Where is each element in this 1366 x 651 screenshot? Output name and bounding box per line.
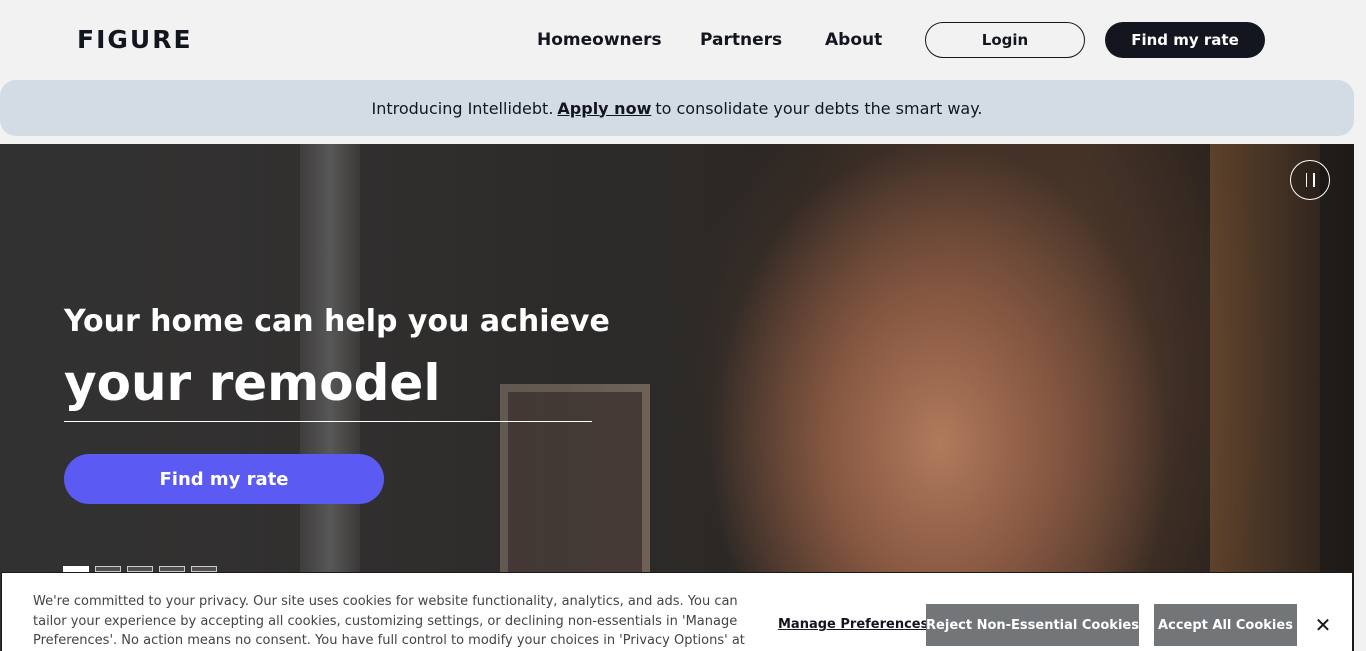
announcement-banner: Introducing Intellidebt. Apply now to co… xyxy=(0,80,1354,136)
cookie-banner: We're committed to your privacy. Our sit… xyxy=(1,572,1353,651)
find-my-rate-hero-button[interactable]: Find my rate xyxy=(64,454,384,504)
site-header: FIGURE Homeowners Partners About Login F… xyxy=(0,0,1366,80)
close-icon[interactable]: ✕ xyxy=(1311,613,1335,637)
hero-title: your remodel xyxy=(64,354,441,412)
nav-homeowners[interactable]: Homeowners xyxy=(537,29,662,51)
cookie-message: We're committed to your privacy. Our sit… xyxy=(33,594,745,648)
nav-about[interactable]: About xyxy=(825,29,882,51)
apply-now-link[interactable]: Apply now xyxy=(557,99,651,118)
hero-subtitle: Your home can help you achieve xyxy=(64,304,610,339)
reject-cookies-button[interactable]: Reject Non-Essential Cookies xyxy=(926,604,1139,646)
find-my-rate-header-button[interactable]: Find my rate xyxy=(1105,22,1265,58)
login-button[interactable]: Login xyxy=(925,22,1085,58)
nav-partners[interactable]: Partners xyxy=(700,29,782,51)
manage-preferences-link[interactable]: Manage Preferences xyxy=(778,617,928,632)
announcement-prefix: Introducing Intellidebt. xyxy=(371,98,554,118)
figure-logo[interactable]: FIGURE xyxy=(77,26,193,54)
announcement-suffix: to consolidate your debts the smart way. xyxy=(655,98,983,118)
accept-cookies-button[interactable]: Accept All Cookies xyxy=(1154,604,1297,646)
pause-icon[interactable] xyxy=(1290,160,1330,200)
hero-underline xyxy=(64,421,592,422)
